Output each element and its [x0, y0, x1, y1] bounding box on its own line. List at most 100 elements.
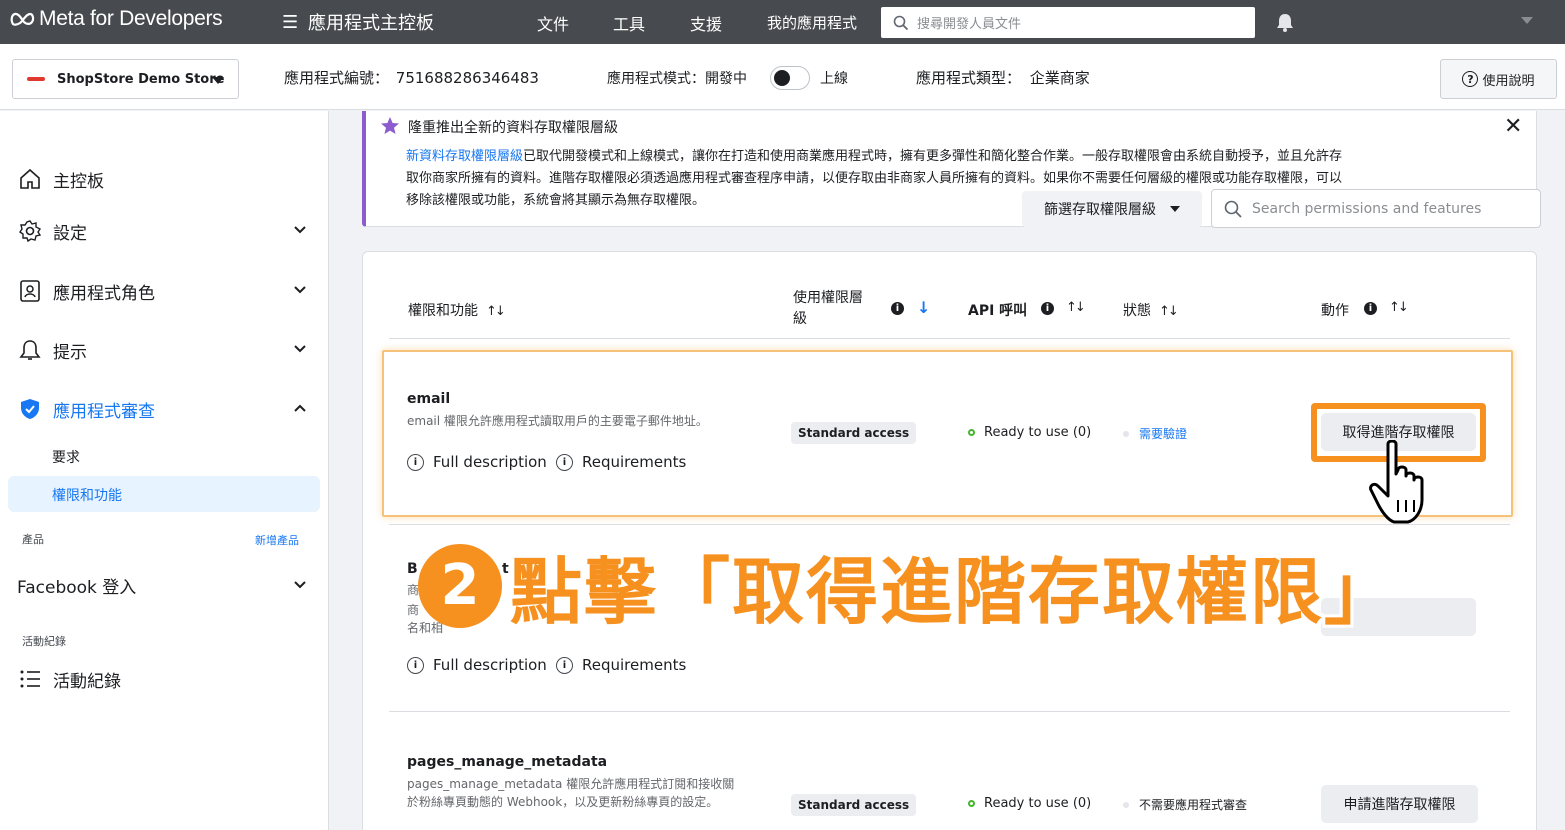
- info-outline-icon: i: [407, 656, 424, 674]
- help-icon: ?: [1462, 71, 1479, 87]
- add-product-link[interactable]: 新增產品: [255, 532, 299, 548]
- nav-tools[interactable]: 工具: [613, 11, 645, 35]
- banner-title: 隆重推出全新的資料存取權限層級: [408, 120, 618, 136]
- column-header-api-calls[interactable]: API 呼叫: [968, 300, 1027, 320]
- column-header-access-level[interactable]: 使用權限層 級: [793, 288, 863, 330]
- banner-line2: 取你商家所擁有的資料。進階存取權限必須透過應用程式審查程序申請，以便存取由非商家…: [406, 171, 1343, 186]
- chevron-down-icon: [293, 577, 307, 597]
- review-status[interactable]: 需要驗證: [1123, 425, 1187, 442]
- review-status: 不需要應用程式審查: [1123, 796, 1247, 813]
- activity-section-label: 活動紀錄: [22, 635, 66, 648]
- app-mode-toggle[interactable]: [770, 66, 810, 90]
- nav-my-apps[interactable]: 我的應用程式: [767, 12, 857, 33]
- help-button[interactable]: ? 使用說明: [1440, 59, 1557, 99]
- permission-description-line1: pages_manage_metadata 權限允許應用程式訂閱和接收關: [407, 777, 735, 791]
- full-description-link[interactable]: i Full description: [407, 656, 547, 674]
- home-icon: [17, 166, 43, 192]
- list-icon: [17, 666, 43, 692]
- products-section-label: 產品: [22, 533, 44, 546]
- column-header-status[interactable]: 狀態 ↑↓: [1123, 300, 1179, 320]
- request-advanced-access-button[interactable]: 申請進階存取權限: [1321, 785, 1478, 823]
- row-divider: [389, 524, 1510, 525]
- search-placeholder: 搜尋開發人員文件: [917, 17, 1022, 32]
- sidebar-item-facebook-login[interactable]: Facebook 登入: [17, 573, 307, 598]
- chevron-down-icon: [212, 77, 224, 84]
- app-id-label: 應用程式編號：: [284, 69, 390, 87]
- permission-name: pages_manage_metadata: [407, 754, 608, 770]
- sidebar-item-label: 主控板: [53, 171, 104, 192]
- permission-name: email: [407, 391, 451, 407]
- app-header: ShopStore Demo Store 應用程式編號： 75168828634…: [0, 44, 1565, 110]
- info-icon[interactable]: i: [1041, 302, 1054, 315]
- access-level-filter-dropdown[interactable]: 篩選存取權限層級: [1022, 191, 1202, 227]
- sort-icon[interactable]: ↑↓: [1389, 300, 1409, 315]
- sidebar-subitem-requests[interactable]: 要求: [52, 447, 80, 467]
- sort-desc-icon[interactable]: ↓: [917, 298, 930, 317]
- annotation-text: 點擊「取得進階存取權限」: [510, 550, 1399, 634]
- link-label: Full description: [433, 656, 547, 674]
- id-card-icon: [17, 278, 43, 304]
- account-caret-icon[interactable]: [1521, 17, 1533, 24]
- api-status: Ready to use (0): [968, 425, 1091, 440]
- requirements-link[interactable]: i Requirements: [556, 656, 686, 674]
- access-levels-link[interactable]: 新資料存取權限層級: [406, 149, 523, 164]
- access-level-badge: Standard access: [791, 422, 917, 444]
- header-label: 使用權限層: [793, 290, 863, 306]
- column-header-action[interactable]: 動作: [1321, 300, 1349, 320]
- header-label-line2: 級: [793, 311, 807, 327]
- notifications-icon[interactable]: [1275, 12, 1295, 36]
- sort-icon: ↑↓: [1159, 304, 1179, 319]
- sidebar-item-label: 應用程式審查: [53, 401, 155, 422]
- dashboard-title[interactable]: 應用程式主控板: [308, 9, 434, 35]
- meta-logo[interactable]: Meta for Developers: [10, 7, 223, 31]
- app-selector[interactable]: ShopStore Demo Store: [12, 59, 239, 99]
- access-level-badge: Standard access: [791, 794, 917, 816]
- status-label: Ready to use (0): [984, 425, 1092, 440]
- menu-icon[interactable]: ☰: [282, 12, 298, 33]
- app-type-label: 應用程式類型：: [916, 69, 1022, 87]
- search-icon: [1224, 200, 1242, 218]
- status-dot-icon: [1123, 430, 1129, 437]
- sidebar-item-app-review[interactable]: 應用程式審查: [17, 396, 307, 422]
- meta-infinity-icon: [10, 12, 35, 26]
- sidebar: 主控板 設定 應用程式角色 提示 應用程式審查 要求 權限和功能 產品 新增產品…: [0, 111, 329, 830]
- column-header-permissions[interactable]: 權限和功能 ↑↓: [408, 300, 506, 320]
- banner-line1: 已取代開發模式和上線模式，讓你在打造和使用商業應用程式時，擁有更多彈性和簡化整合…: [523, 149, 1343, 164]
- docs-search-input[interactable]: 搜尋開發人員文件: [881, 7, 1255, 38]
- permissions-search-input[interactable]: Search permissions and features: [1211, 189, 1541, 228]
- chevron-up-icon: [293, 400, 307, 420]
- requirements-link[interactable]: i Requirements: [556, 453, 686, 471]
- sidebar-item-label: 活動紀錄: [53, 671, 121, 692]
- sidebar-item-app-roles[interactable]: 應用程式角色: [17, 278, 307, 304]
- review-label: 需要驗證: [1139, 427, 1188, 441]
- sidebar-item-label: 應用程式角色: [53, 283, 155, 304]
- close-icon[interactable]: ✕: [1504, 114, 1522, 139]
- sidebar-item-alerts[interactable]: 提示: [17, 337, 307, 363]
- app-mode-label: 應用程式模式：開發中: [607, 71, 747, 87]
- sort-icon[interactable]: ↑↓: [1066, 300, 1086, 315]
- sidebar-item-dashboard[interactable]: 主控板: [17, 166, 307, 192]
- info-icon[interactable]: i: [891, 302, 904, 315]
- row-divider: [389, 711, 1510, 712]
- gear-icon: [17, 218, 43, 244]
- header-label: 動作: [1321, 303, 1349, 319]
- sidebar-item-settings[interactable]: 設定: [17, 218, 307, 244]
- nav-support[interactable]: 支援: [690, 11, 722, 35]
- bell-icon: [17, 337, 43, 363]
- sort-icon: ↑↓: [486, 304, 506, 319]
- nav-docs[interactable]: 文件: [537, 11, 569, 35]
- full-description-link[interactable]: i Full description: [407, 453, 547, 471]
- search-icon: [893, 15, 909, 30]
- sidebar-item-label: 提示: [53, 342, 87, 363]
- info-icon[interactable]: i: [1364, 302, 1377, 315]
- link-label: Requirements: [582, 453, 687, 471]
- header-divider: [389, 338, 1510, 339]
- announcement-banner: 隆重推出全新的資料存取權限層級 ✕ 新資料存取權限層級已取代開發模式和上線模式，…: [362, 111, 1541, 228]
- store-name: ShopStore Demo Store: [57, 71, 225, 87]
- star-icon: [380, 116, 400, 140]
- header-label: 權限和功能: [408, 303, 478, 319]
- sidebar-subitem-permissions[interactable]: 權限和功能: [52, 485, 122, 505]
- link-label: Requirements: [582, 656, 687, 674]
- permission-name-partial: B: [407, 561, 418, 577]
- sidebar-item-activity-log[interactable]: 活動紀錄: [17, 666, 307, 692]
